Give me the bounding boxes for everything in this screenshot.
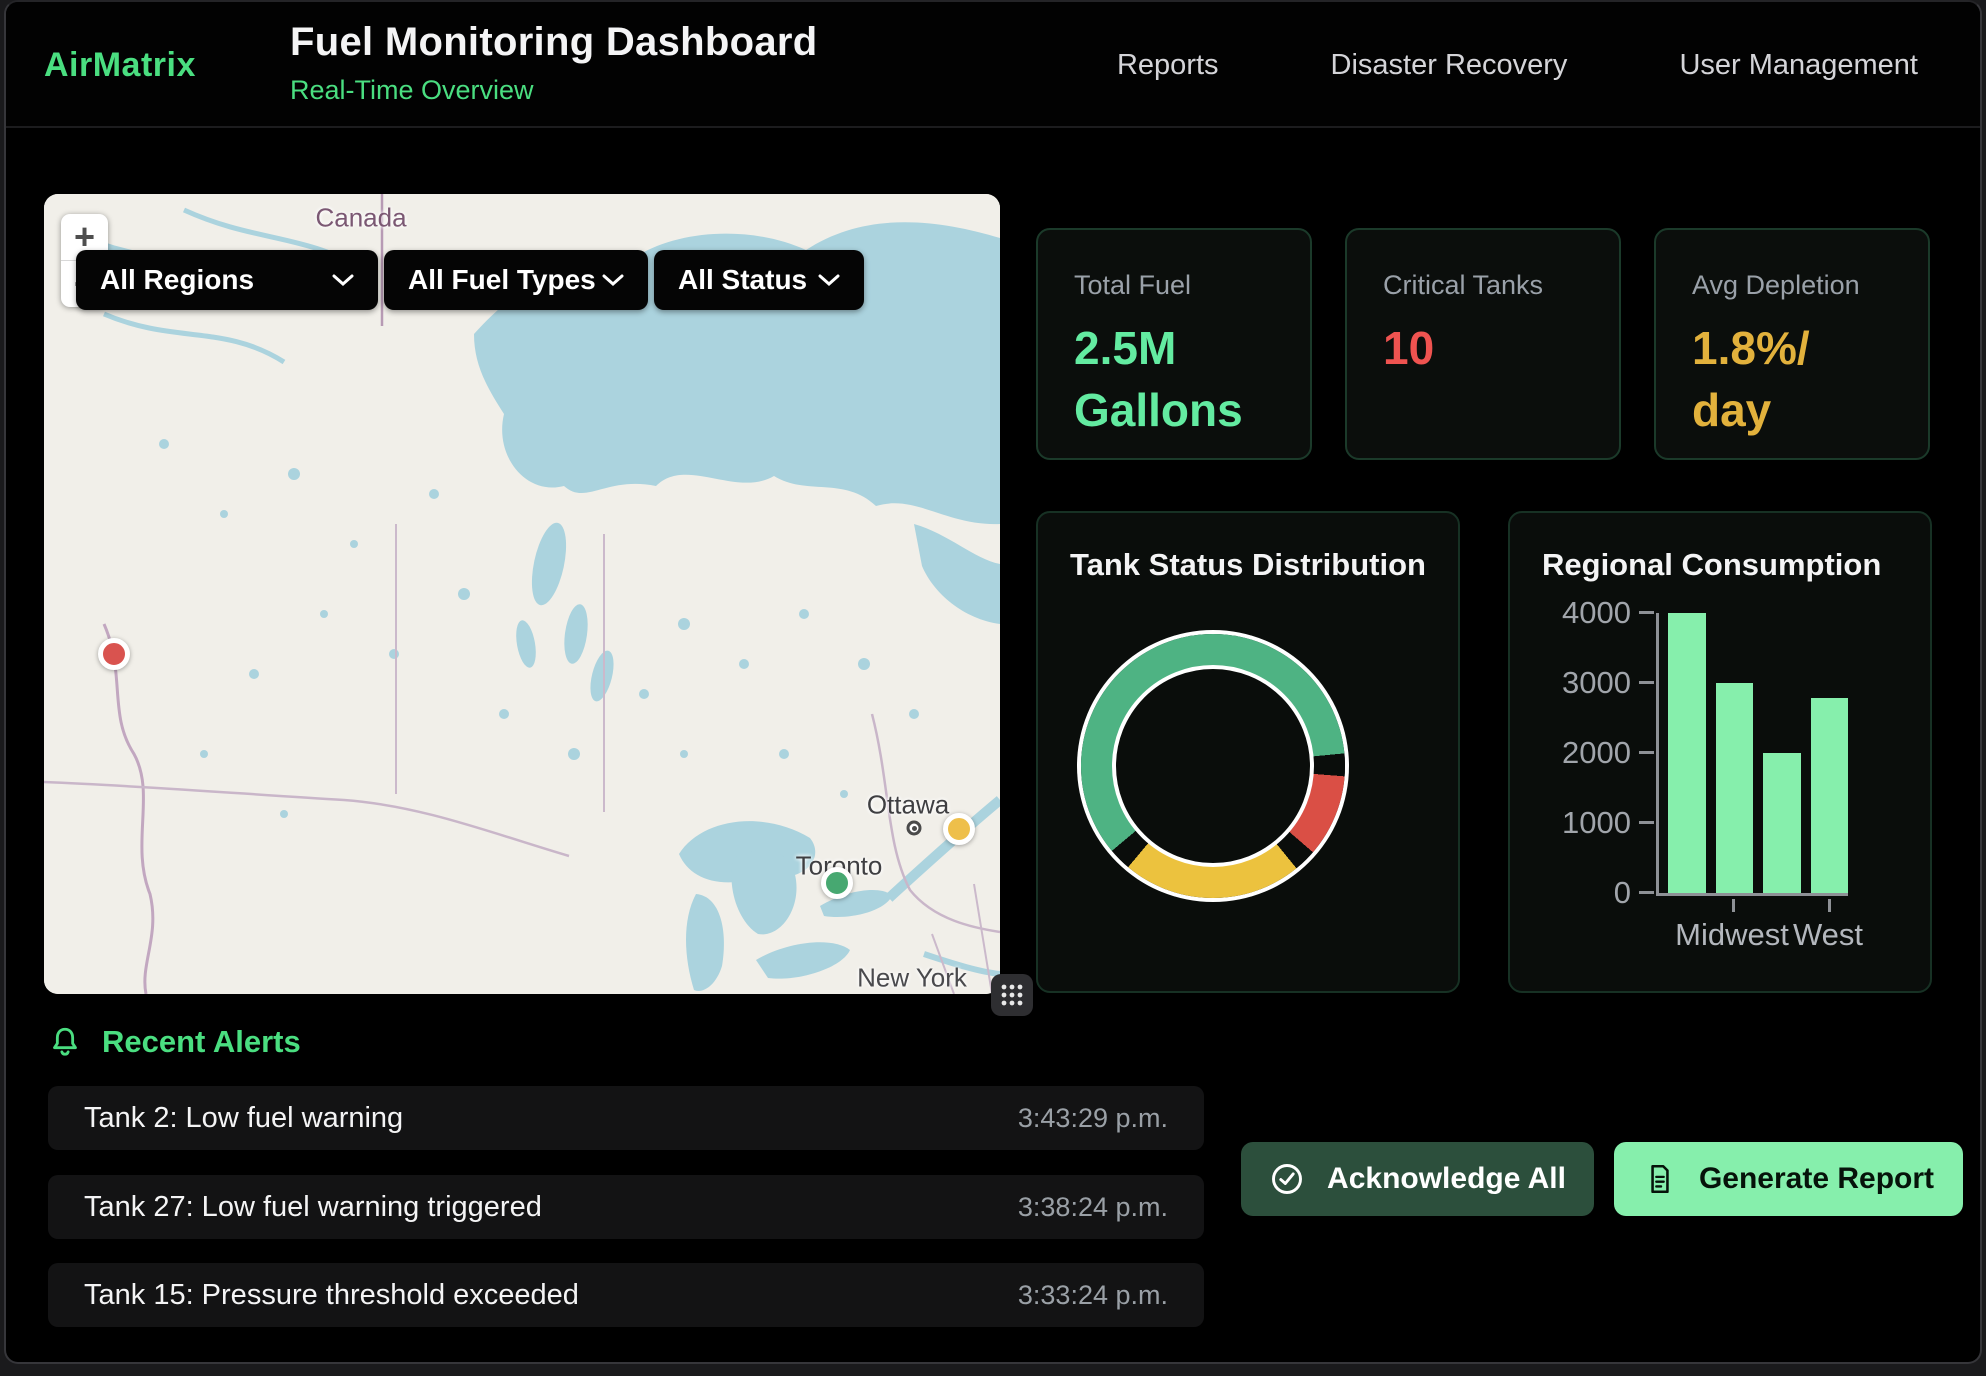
status-filter-dropdown[interactable]: All Status (654, 250, 864, 310)
tank-marker-critical[interactable] (98, 638, 130, 670)
bar-x-label: West (1793, 917, 1863, 953)
alerts-header: Recent Alerts (48, 1024, 301, 1060)
alert-time: 3:33:24 p.m. (1018, 1280, 1168, 1311)
bar (1811, 698, 1849, 893)
alert-message: Tank 2: Low fuel warning (84, 1102, 403, 1135)
region-filter-value: All Regions (100, 264, 254, 296)
acknowledge-all-label: Acknowledge All (1327, 1162, 1566, 1196)
acknowledge-all-button[interactable]: Acknowledge All (1241, 1142, 1594, 1216)
nav-reports[interactable]: Reports (1117, 49, 1219, 82)
app-logo[interactable]: AirMatrix (44, 46, 196, 85)
bar (1716, 683, 1754, 893)
alert-row[interactable]: Tank 15: Pressure threshold exceeded 3:3… (48, 1263, 1204, 1327)
stat-value: 10 (1383, 317, 1583, 379)
chevron-down-icon (818, 273, 840, 287)
alert-message: Tank 15: Pressure threshold exceeded (84, 1279, 579, 1312)
document-icon (1643, 1162, 1677, 1196)
alert-time: 3:43:29 p.m. (1018, 1103, 1168, 1134)
alerts-title: Recent Alerts (102, 1024, 301, 1060)
page-title: Fuel Monitoring Dashboard (290, 20, 817, 65)
map-canvas[interactable]: Canada Ottawa Toronto New York + − All R… (44, 194, 1000, 994)
tank-marker-warning[interactable] (943, 813, 975, 845)
regional-consumption-title: Regional Consumption (1542, 547, 1881, 583)
stat-label: Total Fuel (1074, 270, 1274, 301)
marker-layer (44, 194, 1000, 994)
check-circle-icon (1269, 1161, 1305, 1197)
region-filter-dropdown[interactable]: All Regions (76, 250, 378, 310)
stat-label: Avg Depletion (1692, 270, 1892, 301)
stat-card-critical-tanks: Critical Tanks 10 (1345, 228, 1621, 460)
stat-label: Critical Tanks (1383, 270, 1583, 301)
page-subtitle: Real-Time Overview (290, 75, 817, 106)
chevron-down-icon (332, 273, 354, 287)
generate-report-button[interactable]: Generate Report (1614, 1142, 1963, 1216)
stat-value: 2.5MGallons (1074, 317, 1274, 441)
tank-status-title: Tank Status Distribution (1070, 547, 1426, 583)
alert-time: 3:38:24 p.m. (1018, 1192, 1168, 1223)
bar-plot: 01000200030004000 (1656, 613, 1848, 896)
regional-consumption-panel: Regional Consumption 01000200030004000 M… (1508, 511, 1932, 993)
stat-card-total-fuel: Total Fuel 2.5MGallons (1036, 228, 1312, 460)
status-filter-value: All Status (678, 264, 807, 296)
fuel-type-filter-value: All Fuel Types (408, 264, 596, 296)
alert-row[interactable]: Tank 27: Low fuel warning triggered 3:38… (48, 1175, 1204, 1239)
alert-message: Tank 27: Low fuel warning triggered (84, 1191, 542, 1224)
map-resize-handle-icon[interactable] (991, 974, 1033, 1016)
title-block: Fuel Monitoring Dashboard Real-Time Over… (290, 20, 817, 106)
nav-user-management[interactable]: User Management (1679, 49, 1918, 82)
fuel-type-filter-dropdown[interactable]: All Fuel Types (384, 250, 648, 310)
bar-xlabels: MidwestWest (1656, 899, 1848, 963)
chevron-down-icon (602, 273, 624, 287)
generate-report-label: Generate Report (1699, 1162, 1934, 1196)
bell-icon (48, 1025, 82, 1059)
app-frame: AirMatrix Fuel Monitoring Dashboard Real… (4, 0, 1982, 1364)
stat-value: 1.8%/day (1692, 317, 1892, 441)
bar (1668, 613, 1706, 893)
nav-disaster-recovery[interactable]: Disaster Recovery (1331, 49, 1568, 82)
tank-marker-operational[interactable] (821, 867, 853, 899)
header: AirMatrix Fuel Monitoring Dashboard Real… (6, 2, 1980, 128)
main-nav: Reports Disaster Recovery User Managemen… (1117, 2, 1918, 128)
alert-row[interactable]: Tank 2: Low fuel warning 3:43:29 p.m. (48, 1086, 1204, 1150)
stat-card-avg-depletion: Avg Depletion 1.8%/day (1654, 228, 1930, 460)
map-filter-row: All Regions All Fuel Types All Status (76, 250, 864, 310)
donut (1081, 634, 1345, 898)
tank-status-panel: Tank Status Distribution (1036, 511, 1460, 993)
bar (1763, 753, 1801, 893)
